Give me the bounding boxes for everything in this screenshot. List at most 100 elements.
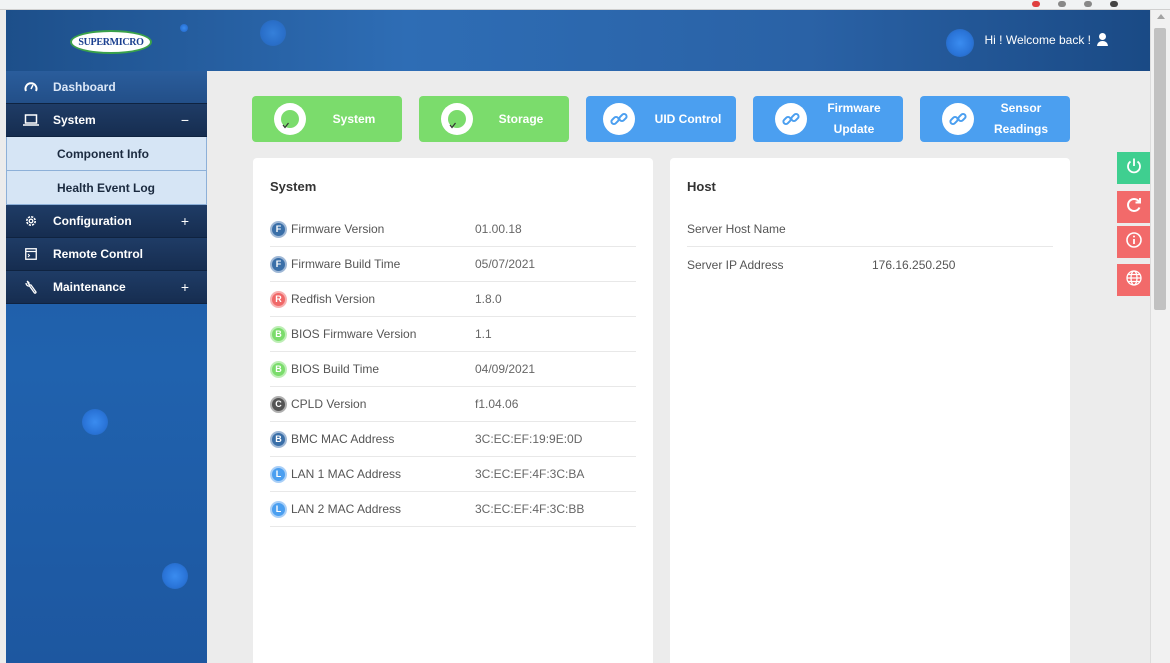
firmware-icon: F [270, 220, 287, 238]
sidebar-item-dashboard[interactable]: Dashboard [6, 71, 207, 104]
gauge-icon [23, 79, 39, 95]
info-row-cpld-version: C CPLD Version f1.04.06 [270, 387, 636, 422]
card-title: System [270, 179, 317, 194]
quick-button-sensor-readings[interactable]: Sensor Readings [920, 96, 1070, 142]
scroll-thumb[interactable] [1154, 28, 1166, 310]
sidebar-item-label: Remote Control [53, 247, 143, 261]
row-label: Redfish Version [291, 292, 376, 306]
sidebar: Dashboard System − Component Info Health… [6, 71, 207, 663]
row-label: Server IP Address [687, 257, 784, 272]
refresh-button[interactable] [1117, 191, 1151, 223]
cpld-icon: C [270, 395, 287, 413]
row-label: Firmware Build Time [291, 257, 401, 271]
supermicro-logo[interactable]: SUPERMICRO [70, 30, 152, 54]
sidebar-item-label: Dashboard [53, 80, 116, 94]
collapse-toggle[interactable]: − [181, 112, 189, 128]
user-icon[interactable] [1096, 33, 1108, 47]
row-value: 05/07/2021 [475, 257, 536, 271]
extension-icon[interactable] [1084, 1, 1092, 7]
gear-icon [23, 213, 39, 229]
globe-icon [1125, 269, 1143, 292]
sidebar-subitem-health-event-log[interactable]: Health Event Log [6, 171, 207, 205]
language-button[interactable] [1117, 264, 1151, 296]
row-value: 1.1 [475, 327, 492, 341]
info-row-server-ip-address: Server IP Address 176.16.250.250 [687, 247, 1053, 282]
info-row-lan1-mac-address: L LAN 1 MAC Address 3C:EC:EF:4F:3C:BA [270, 457, 636, 492]
host-info-card: Host Server Host Name Server IP Address … [670, 158, 1070, 663]
row-label: LAN 2 MAC Address [291, 502, 402, 516]
info-row-server-host-name: Server Host Name [687, 212, 1053, 247]
browser-toolbar [0, 0, 1170, 10]
quick-button-label: Sensor Readings [993, 101, 1048, 136]
firmware-icon: F [270, 255, 287, 273]
top-header: SUPERMICRO Hi ! Welcome back ! [6, 10, 1150, 71]
main-content: System Storage UID Control Firmware Upda… [207, 71, 1150, 663]
row-value: 3C:EC:EF:4F:3C:BA [475, 467, 585, 481]
vertical-scrollbar[interactable] [1150, 10, 1170, 663]
refresh-icon [1125, 196, 1143, 219]
power-icon [1125, 157, 1143, 180]
profile-icon[interactable] [1110, 1, 1118, 7]
quick-button-storage[interactable]: Storage [419, 96, 569, 142]
expand-toggle[interactable]: + [181, 213, 189, 229]
sidebar-item-label: Component Info [57, 146, 149, 161]
bmc-icon: B [270, 430, 287, 448]
laptop-icon [23, 112, 39, 128]
scroll-up-icon[interactable] [1157, 14, 1165, 19]
info-row-lan2-mac-address: L LAN 2 MAC Address 3C:EC:EF:4F:3C:BB [270, 492, 636, 527]
decor-bubble [946, 29, 974, 57]
welcome-text: Hi ! Welcome back ! [984, 33, 1091, 47]
row-label: CPLD Version [291, 397, 367, 411]
welcome-message: Hi ! Welcome back ! [985, 33, 1108, 47]
row-value: 04/09/2021 [475, 362, 536, 376]
row-value: 3C:EC:EF:19:9E:0D [475, 432, 583, 446]
info-button[interactable] [1117, 226, 1151, 258]
sidebar-item-label: Health Event Log [57, 180, 156, 195]
console-icon [23, 246, 39, 262]
row-label: BMC MAC Address [291, 432, 395, 446]
decor-bubble [260, 20, 286, 46]
power-button[interactable] [1117, 152, 1151, 184]
quick-button-label: Storage [498, 111, 544, 126]
row-value: 176.16.250.250 [872, 257, 956, 272]
row-label: Firmware Version [291, 222, 385, 236]
card-title: Host [687, 179, 716, 194]
lan-icon: L [270, 500, 287, 518]
info-row-bios-build-time: B BIOS Build Time 04/09/2021 [270, 352, 636, 387]
row-label: BIOS Build Time [291, 362, 380, 376]
extension-icon[interactable] [1058, 1, 1066, 7]
info-row-bios-firmware-version: B BIOS Firmware Version 1.1 [270, 317, 636, 352]
quick-button-uid-control[interactable]: UID Control [586, 96, 736, 142]
sidebar-subitem-component-info[interactable]: Component Info [6, 137, 207, 171]
sidebar-item-label: Maintenance [53, 280, 126, 294]
expand-toggle[interactable]: + [181, 279, 189, 295]
row-value: 3C:EC:EF:4F:3C:BB [475, 502, 585, 516]
bios-icon: B [270, 325, 287, 343]
info-icon [1125, 231, 1143, 254]
sidebar-item-maintenance[interactable]: Maintenance + [6, 271, 207, 304]
row-label: Server Host Name [687, 222, 786, 236]
quick-button-label: Firmware Update [827, 101, 881, 136]
sidebar-item-system[interactable]: System − [6, 104, 207, 137]
info-row-firmware-version: F Firmware Version 01.00.18 [270, 212, 636, 247]
quick-button-system[interactable]: System [252, 96, 402, 142]
row-label: LAN 1 MAC Address [291, 467, 402, 481]
extension-icon[interactable] [1032, 1, 1040, 7]
info-row-redfish-version: R Redfish Version 1.8.0 [270, 282, 636, 317]
decor-bubble [162, 563, 188, 589]
bios-icon: B [270, 360, 287, 378]
quick-button-label: System [332, 111, 376, 126]
wrench-icon [23, 279, 39, 295]
decor-bubble [180, 24, 188, 32]
row-label: BIOS Firmware Version [291, 327, 417, 341]
link-icon [775, 103, 807, 135]
link-icon [942, 103, 974, 135]
check-icon [441, 103, 473, 135]
sidebar-item-configuration[interactable]: Configuration + [6, 205, 207, 238]
quick-button-label: UID Control [654, 111, 722, 126]
quick-button-firmware-update[interactable]: Firmware Update [753, 96, 903, 142]
logo-text: SUPERMICRO [78, 36, 144, 48]
info-row-bmc-mac-address: B BMC MAC Address 3C:EC:EF:19:9E:0D [270, 422, 636, 457]
info-row-firmware-build-time: F Firmware Build Time 05/07/2021 [270, 247, 636, 282]
sidebar-item-remote-control[interactable]: Remote Control [6, 238, 207, 271]
